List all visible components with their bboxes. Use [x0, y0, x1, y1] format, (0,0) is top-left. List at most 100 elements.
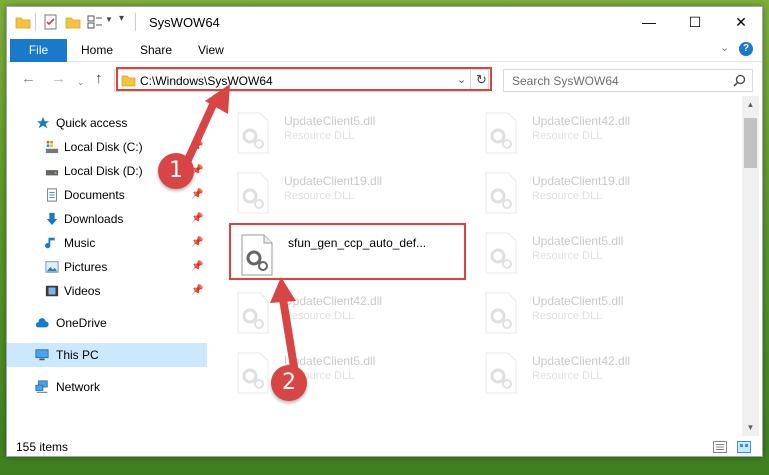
sidebar-item-this-pc[interactable]: This PC [7, 343, 207, 367]
sidebar-item-downloads[interactable]: Downloads 📌 [7, 207, 207, 231]
pin-icon[interactable]: 📌 [191, 207, 203, 231]
file-type: Resource DLL [532, 370, 603, 382]
properties-icon[interactable] [43, 14, 59, 30]
file-item[interactable]: UpdateClient42.dll Resource DLL [484, 108, 724, 168]
documents-icon [47, 188, 57, 202]
pictures-icon [45, 261, 59, 273]
title-bar: ▼ ▾ SysWOW64 — ☐ ✕ [7, 7, 762, 37]
window-title: SysWOW64 [149, 15, 220, 30]
file-item[interactable]: UpdateClient19.dll Resource DLL [236, 168, 476, 228]
chevron-down-icon[interactable]: ▼ [105, 15, 113, 24]
file-name: UpdateClient5.dll [532, 294, 624, 308]
scroll-up-icon[interactable]: ▲ [742, 96, 759, 113]
customize-toolbar-icon[interactable]: ▾ [119, 13, 124, 24]
item-count: 155 items [16, 440, 69, 454]
network-icon [35, 380, 48, 393]
back-arrow-icon[interactable]: ← [21, 71, 36, 86]
dll-file-icon [485, 172, 517, 214]
details-view-icon[interactable] [713, 441, 727, 453]
music-icon [45, 237, 55, 249]
sidebar-item-label: Videos [64, 284, 101, 298]
pin-icon[interactable]: 📌 [191, 255, 203, 279]
vertical-scrollbar[interactable]: ▲ ▼ [742, 96, 759, 436]
explorer-window: ▼ ▾ SysWOW64 — ☐ ✕ File Home Share View … [6, 6, 763, 457]
tab-home[interactable]: Home [81, 43, 113, 57]
file-name: UpdateClient42.dll [532, 114, 631, 128]
large-icons-view-icon[interactable] [737, 441, 751, 453]
status-bar: 155 items [7, 436, 762, 456]
forward-arrow-icon[interactable]: → [51, 71, 66, 86]
pin-icon[interactable]: 📌 [191, 279, 203, 303]
cloud-icon [35, 318, 49, 328]
file-item[interactable]: UpdateClient42.dll Resource DLL [484, 348, 724, 408]
dll-file-icon [237, 292, 269, 334]
dll-file-icon [485, 292, 517, 334]
dll-file-icon [485, 112, 517, 154]
file-type: Resource DLL [532, 130, 603, 142]
sidebar-item-videos[interactable]: Videos 📌 [7, 279, 207, 303]
dll-file-icon [485, 352, 517, 394]
download-icon [46, 212, 58, 226]
dll-file-icon [485, 232, 517, 274]
separator [135, 13, 136, 31]
pin-icon[interactable]: 📌 [191, 231, 203, 255]
search-box[interactable]: Search SysWOW64 [503, 69, 753, 92]
sidebar-item-quick-access[interactable]: Quick access [7, 111, 207, 135]
sidebar-item-pictures[interactable]: Pictures 📌 [7, 255, 207, 279]
up-arrow-icon[interactable]: ↑ [95, 71, 103, 86]
drive-icon [45, 170, 59, 176]
file-name: UpdateClient19.dll [532, 174, 631, 188]
sidebar-item-label: Documents [64, 188, 125, 202]
file-type: Resource DLL [532, 250, 603, 262]
expand-ribbon-icon[interactable]: ⌄ [720, 41, 729, 54]
step-1-badge: 1 [158, 153, 194, 189]
file-type: Resource DLL [284, 190, 355, 202]
sidebar-item-network[interactable]: Network [7, 375, 207, 399]
sidebar-item-label: OneDrive [56, 316, 107, 330]
sidebar-item-label: Pictures [64, 260, 108, 274]
file-name: UpdateClient19.dll [284, 174, 383, 188]
file-highlight [229, 223, 466, 280]
file-type: Resource DLL [532, 190, 603, 202]
file-type: Resource DLL [532, 310, 603, 322]
sidebar-item-label: Quick access [56, 116, 128, 130]
file-item[interactable]: UpdateClient42.dll Resource DLL [236, 288, 476, 348]
separator [35, 13, 36, 31]
sidebar-item-label: This PC [56, 348, 99, 362]
sidebar-item-label: Downloads [64, 212, 124, 226]
maximize-button[interactable]: ☐ [672, 7, 718, 37]
scrollbar-thumb[interactable] [744, 118, 757, 168]
view-options-icon[interactable] [87, 14, 103, 30]
file-name: UpdateClient5.dll [284, 114, 376, 128]
file-item[interactable]: UpdateClient5.dll Resource DLL [236, 108, 476, 168]
help-icon[interactable]: ? [739, 42, 753, 56]
minimize-button[interactable]: — [626, 7, 672, 37]
sidebar-item-label: Network [56, 380, 101, 394]
file-item[interactable]: UpdateClient19.dll Resource DLL [484, 168, 724, 228]
tab-view[interactable]: View [198, 43, 224, 57]
file-type: Resource DLL [284, 310, 355, 322]
folder-icon[interactable] [15, 14, 31, 30]
videos-icon [45, 285, 59, 297]
sidebar-item-onedrive[interactable]: OneDrive [7, 311, 207, 335]
scroll-down-icon[interactable]: ▼ [742, 419, 759, 436]
file-name: UpdateClient5.dll [532, 234, 624, 248]
new-folder-icon[interactable] [65, 14, 81, 30]
sidebar-item-music[interactable]: Music 📌 [7, 231, 207, 255]
file-name: UpdateClient42.dll [284, 294, 383, 308]
address-bar-highlight [116, 67, 492, 91]
pin-icon[interactable]: 📌 [191, 183, 203, 207]
recent-locations-chevron-icon[interactable]: ⌄ [77, 75, 85, 89]
pin-icon[interactable]: 📌 [191, 135, 203, 159]
dll-file-icon [237, 352, 269, 394]
search-icon[interactable] [733, 74, 746, 87]
close-button[interactable]: ✕ [718, 7, 762, 37]
file-item[interactable]: UpdateClient5.dll Resource DLL [484, 288, 724, 348]
file-item[interactable]: UpdateClient5.dll Resource DLL [484, 228, 724, 288]
dll-file-icon [237, 112, 269, 154]
file-name: UpdateClient42.dll [532, 354, 631, 368]
search-input[interactable]: Search SysWOW64 [512, 74, 619, 88]
tab-file[interactable]: File [10, 39, 67, 62]
tab-share[interactable]: Share [140, 43, 172, 57]
file-type: Resource DLL [284, 130, 355, 142]
